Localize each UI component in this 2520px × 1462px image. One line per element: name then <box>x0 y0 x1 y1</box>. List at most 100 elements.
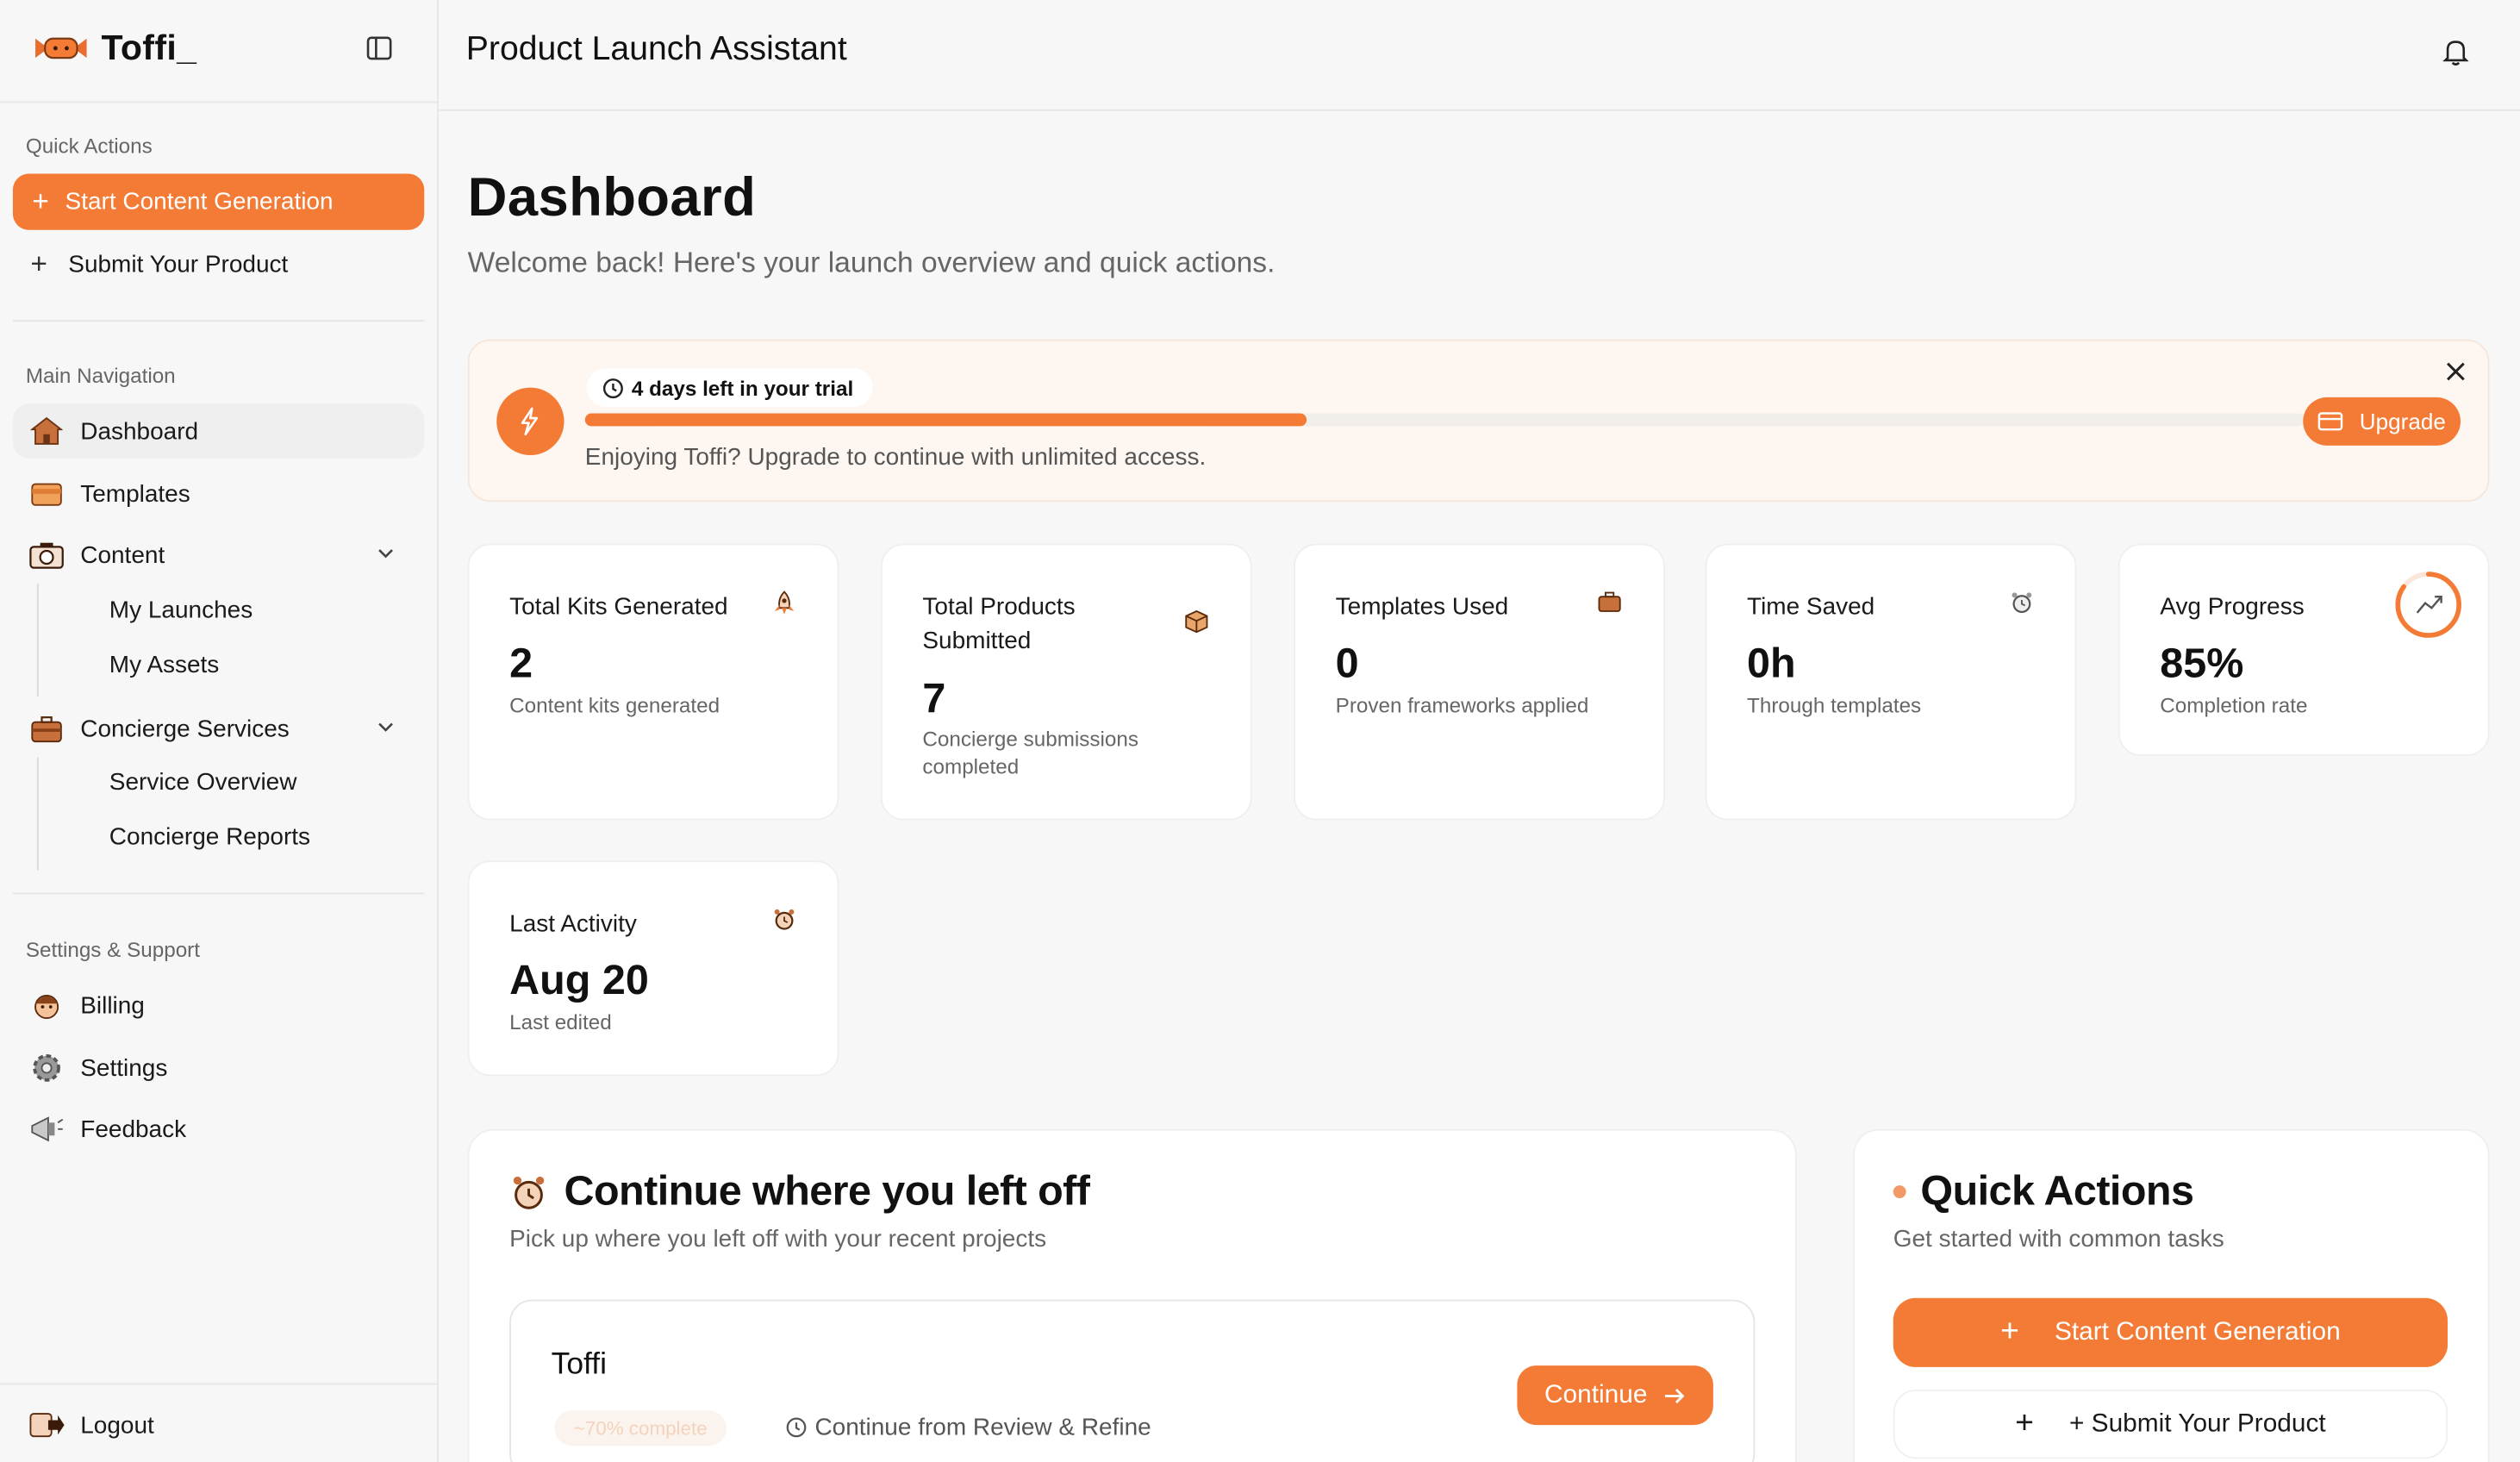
package-icon <box>1185 609 1208 634</box>
rocket-icon <box>774 590 795 615</box>
upgrade-label: Upgrade <box>2359 408 2446 434</box>
bell-icon[interactable] <box>2442 37 2469 66</box>
stat-label: Total Products Submitted <box>922 593 1076 655</box>
continue-title-text: Continue where you left off <box>564 1165 1090 1215</box>
house-icon <box>29 415 65 447</box>
camera-icon <box>29 539 65 571</box>
stat-card-templates-used: Templates Used 0 Proven frameworks appli… <box>1294 543 1665 821</box>
credit-card-icon <box>2317 412 2343 431</box>
stat-label: Time Saved <box>1747 593 1875 622</box>
clock-icon <box>786 1417 807 1438</box>
divider <box>12 320 425 322</box>
sidebar-item-label: Settings <box>80 1054 168 1082</box>
lightning-icon <box>496 387 565 456</box>
stat-card-avg-progress: Avg Progress 85% Completion rate <box>2118 543 2490 756</box>
page-title: Dashboard <box>467 167 757 228</box>
brand-name: Toffi_ <box>101 27 197 68</box>
quick-actions-subtitle: Get started with common tasks <box>1893 1225 2224 1253</box>
app-title: Product Launch Assistant <box>465 30 847 68</box>
stat-desc: Completion rate <box>2160 693 2308 718</box>
stat-value: 2 <box>509 638 533 687</box>
sidebar-item-service-overview[interactable]: Service Overview <box>109 764 297 803</box>
sidebar-item-label: Billing <box>80 991 145 1019</box>
sidebar-item-label: Templates <box>80 479 190 508</box>
continue-button[interactable]: Continue <box>1517 1365 1713 1426</box>
sidebar-item-my-assets[interactable]: My Assets <box>109 647 219 685</box>
sidebar-item-label: Content <box>80 540 165 569</box>
qa-submit-product-button[interactable]: + + Submit Your Product <box>1893 1390 2448 1459</box>
arrow-right-icon <box>1664 1388 1685 1403</box>
stat-value: 0h <box>1747 638 1796 687</box>
project-progress-pill: ~70% complete <box>554 1410 727 1446</box>
project-card[interactable]: Toffi ~70% complete Continue from Review… <box>509 1299 1756 1462</box>
sidebar-item-billing[interactable]: Billing <box>13 978 424 1032</box>
sidebar-item-settings[interactable]: Settings <box>13 1040 424 1095</box>
stat-label: Templates Used <box>1335 593 1509 622</box>
gear-icon <box>29 1052 65 1084</box>
stat-label: Last Activity <box>509 910 637 938</box>
sidebar-item-label: Logout <box>80 1411 154 1439</box>
main-nav-label: Main Navigation <box>25 363 176 388</box>
sidebar-item-concierge-reports[interactable]: Concierge Reports <box>109 819 310 858</box>
tree-line <box>36 584 39 697</box>
continue-from-text: Continue from Review & Refine <box>786 1414 1151 1441</box>
continue-panel-subtitle: Pick up where you left off with your rec… <box>509 1225 1047 1253</box>
stat-label: Total Kits Generated <box>509 593 728 622</box>
close-icon[interactable] <box>2446 362 2465 381</box>
sidebar-item-dashboard[interactable]: Dashboard <box>12 403 425 459</box>
upgrade-button[interactable]: Upgrade <box>2303 397 2461 446</box>
stat-card-total-kits: Total Kits Generated 2 Content kits gene… <box>467 543 839 821</box>
trial-banner: 4 days left in your trial Enjoying Toffi… <box>467 339 2490 503</box>
submit-product-label: Submit Your Product <box>68 250 289 278</box>
dot-icon <box>1893 1184 1906 1198</box>
quick-actions-title: Quick Actions <box>1893 1166 2194 1216</box>
progress-ring <box>2395 572 2461 638</box>
sidebar-item-my-launches[interactable]: My Launches <box>109 592 253 631</box>
stat-value: Aug 20 <box>509 955 649 1004</box>
stat-desc: Concierge submissions completed <box>922 727 1139 779</box>
project-name: Toffi <box>551 1347 607 1382</box>
sidebar-item-feedback[interactable]: Feedback <box>13 1102 424 1156</box>
continue-label: Continue <box>1544 1380 1648 1409</box>
clock-icon <box>602 378 623 398</box>
sidebar-item-label: Dashboard <box>80 417 199 445</box>
trial-progress-fill <box>584 413 1307 427</box>
trial-progress-track <box>584 413 2305 427</box>
chevron-down-icon[interactable] <box>376 717 395 736</box>
sidebar: Toffi_ Quick Actions + Start Content Gen… <box>0 0 440 1462</box>
sidebar-item-templates[interactable]: Templates <box>13 466 424 521</box>
stat-label: Avg Progress <box>2160 593 2305 622</box>
face-icon <box>29 989 65 1021</box>
tree-line <box>36 757 39 871</box>
sidebar-item-concierge[interactable]: Concierge Services <box>13 701 424 755</box>
logout-row: Logout <box>0 1383 438 1462</box>
trending-up-icon <box>2416 596 2442 614</box>
page-subtitle: Welcome back! Here's your launch overvie… <box>467 246 1276 278</box>
settings-support-label: Settings & Support <box>25 937 200 962</box>
stat-desc: Through templates <box>1747 693 1922 718</box>
continue-panel-title: Continue where you left off <box>509 1165 1090 1216</box>
sidebar-item-label: Concierge Services <box>80 715 290 743</box>
start-content-generation-button[interactable]: + Start Content Generation <box>12 173 425 230</box>
logout-icon <box>29 1409 65 1440</box>
sidebar-item-content[interactable]: Content <box>13 528 424 582</box>
alarm-clock-icon <box>774 909 795 930</box>
submit-product-item[interactable]: + Submit Your Product <box>13 236 424 291</box>
alarm-clock-icon <box>513 1175 545 1209</box>
quick-actions-label: Quick Actions <box>25 133 153 158</box>
plus-icon: + <box>2000 1314 2019 1350</box>
sidebar-item-label: Feedback <box>80 1115 187 1143</box>
stat-value: 85% <box>2160 638 2244 687</box>
megaphone-icon <box>29 1113 65 1145</box>
logout-button[interactable]: Logout <box>13 1397 424 1452</box>
trial-message: Enjoying Toffi? Upgrade to continue with… <box>584 443 1207 472</box>
stat-card-last-activity: Last Activity Aug 20 Last edited <box>467 860 839 1077</box>
trial-days-badge: 4 days left in your trial <box>586 368 873 408</box>
stat-card-time-saved: Time Saved 0h Through templates <box>1705 543 2077 821</box>
chevron-down-icon[interactable] <box>376 544 395 563</box>
top-bar: Product Launch Assistant <box>439 0 2520 111</box>
qa-start-content-button[interactable]: + Start Content Generation <box>1893 1297 2448 1367</box>
stat-desc: Content kits generated <box>509 693 720 718</box>
sidebar-toggle-icon[interactable] <box>365 34 394 63</box>
plus-icon: + <box>2015 1405 2034 1441</box>
